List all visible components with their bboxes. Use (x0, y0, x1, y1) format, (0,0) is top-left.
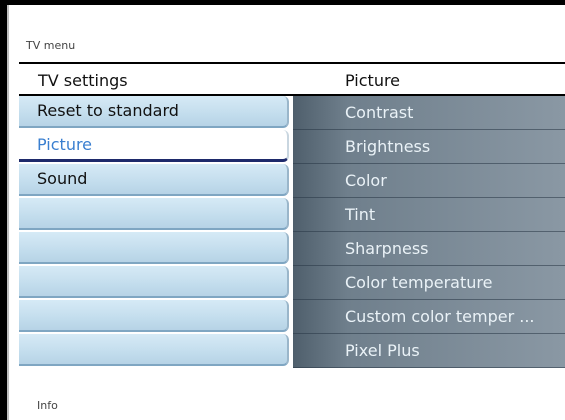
picture-item-color-temperature[interactable]: Color temperature (293, 266, 565, 300)
settings-item-label: Sound (37, 169, 88, 188)
menu-title: TV menu (26, 39, 76, 52)
picture-item-color[interactable]: Color (293, 164, 565, 198)
settings-item-empty (19, 300, 289, 332)
picture-item-label: Pixel Plus (345, 341, 420, 360)
picture-item-custom-color-temperature[interactable]: Custom color temper ... (293, 300, 565, 334)
screen-frame-left (0, 0, 7, 420)
picture-item-pixel-plus[interactable]: Pixel Plus (293, 334, 565, 368)
settings-item-label: Reset to standard (37, 101, 179, 120)
picture-item-tint[interactable]: Tint (293, 198, 565, 232)
picture-item-label: Brightness (345, 137, 431, 156)
info-label: Info (37, 399, 58, 412)
settings-item-reset-to-standard[interactable]: Reset to standard (19, 96, 289, 128)
settings-list: Reset to standard Picture Sound (19, 96, 293, 368)
picture-item-label: Color temperature (345, 273, 493, 292)
picture-item-label: Sharpness (345, 239, 429, 258)
picture-item-contrast[interactable]: Contrast (293, 96, 565, 130)
screen-frame-top (0, 0, 565, 5)
header-left-label: TV settings (38, 71, 128, 90)
settings-item-label: Picture (37, 135, 93, 154)
screen-frame-inner (7, 5, 9, 420)
settings-item-sound[interactable]: Sound (19, 164, 289, 196)
picture-item-sharpness[interactable]: Sharpness (293, 232, 565, 266)
settings-item-picture[interactable]: Picture (19, 130, 289, 162)
picture-item-label: Custom color temper ... (345, 307, 535, 326)
settings-item-empty (19, 266, 289, 298)
picture-item-label: Tint (345, 205, 376, 224)
picture-submenu: Contrast Brightness Color Tint Sharpness… (293, 96, 565, 368)
settings-item-empty (19, 198, 289, 230)
settings-item-empty (19, 232, 289, 264)
picture-item-brightness[interactable]: Brightness (293, 130, 565, 164)
header-row: TV settings Picture (19, 64, 565, 94)
header-right-label: Picture (345, 71, 401, 90)
picture-item-label: Color (345, 171, 387, 190)
settings-item-empty (19, 334, 289, 366)
picture-item-label: Contrast (345, 103, 414, 122)
